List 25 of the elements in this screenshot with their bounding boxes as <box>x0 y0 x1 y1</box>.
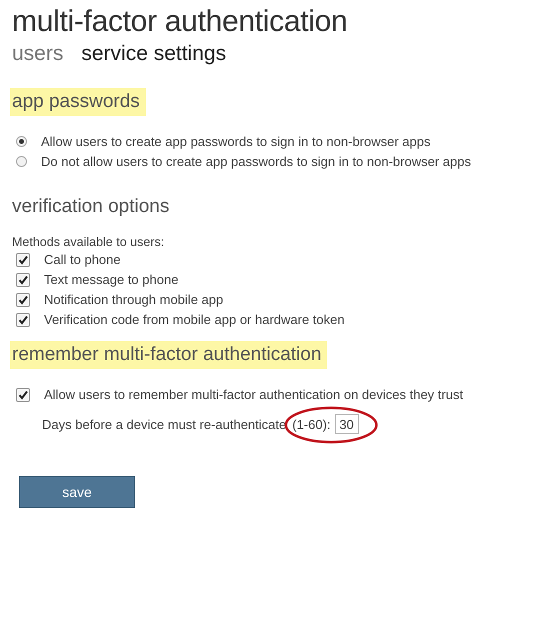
radio-label: Allow users to create app passwords to sign in to non-browser apps <box>41 134 430 149</box>
checkbox[interactable] <box>16 272 30 286</box>
radio-label: Do not allow users to create app passwords to sign in to non-browser apps <box>41 154 471 169</box>
radio-button[interactable] <box>16 156 27 167</box>
checkbox-label: Text message to phone <box>44 272 178 287</box>
section-heading: verification options <box>11 195 170 219</box>
methods-label: Methods available to users: <box>12 235 166 249</box>
checkbox[interactable] <box>16 388 30 402</box>
range-label: (1-60): <box>292 416 331 432</box>
section-heading: app passwords <box>10 88 146 116</box>
checkbox[interactable] <box>16 252 30 266</box>
checkbox-label: Call to phone <box>44 252 121 267</box>
tab[interactable]: service settings <box>81 42 234 66</box>
days-label: Days before a device must re-authenticate <box>42 416 286 432</box>
checkbox-label: Verification code from mobile app or hardware token <box>44 312 345 327</box>
checkbox-label: Allow users to remember multi-factor authentication on devices they trust <box>44 387 464 402</box>
checkbox[interactable] <box>16 292 30 306</box>
days-input[interactable]: 30 <box>334 414 359 434</box>
radio-button[interactable] <box>16 136 27 147</box>
save-button[interactable]: save <box>19 476 135 508</box>
page-title: multi-factor authentication <box>12 4 348 40</box>
tab[interactable]: users <box>12 42 72 66</box>
checkbox-label: Notification through mobile app <box>44 292 224 307</box>
section-heading: remember multi-factor authentication <box>10 341 328 369</box>
checkbox[interactable] <box>16 312 30 326</box>
